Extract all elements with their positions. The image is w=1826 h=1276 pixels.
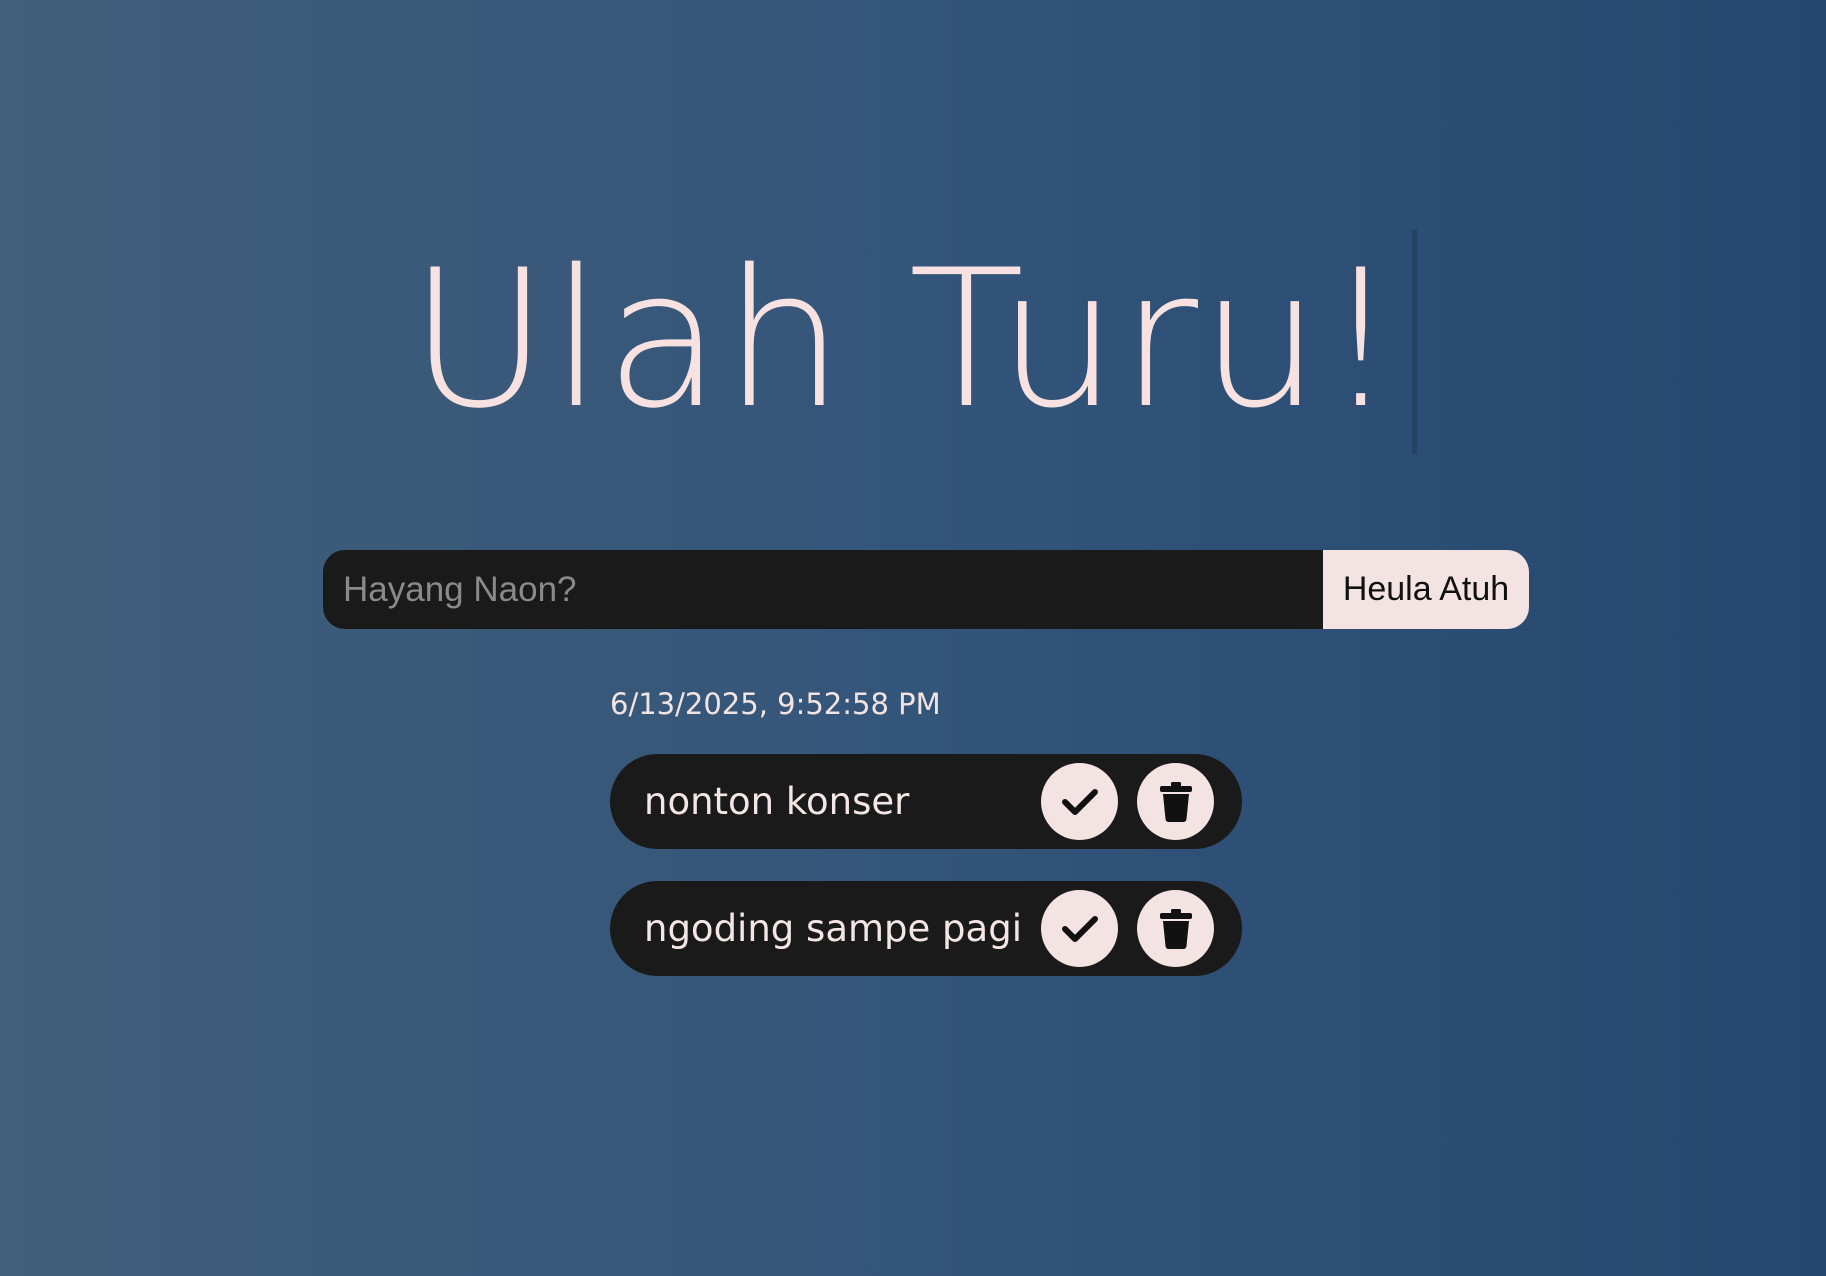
title-container: Ulah Turu! <box>0 229 1826 454</box>
text-cursor <box>1411 229 1417 454</box>
todo-form: Heula Atuh <box>323 550 1529 629</box>
delete-todo-button[interactable] <box>1137 763 1214 840</box>
trash-icon <box>1159 908 1192 949</box>
check-icon <box>1061 915 1098 942</box>
delete-todo-button[interactable] <box>1137 890 1214 967</box>
check-icon <box>1061 788 1098 815</box>
current-datetime: 6/13/2025, 9:52:58 PM <box>610 687 941 721</box>
page-title: Ulah Turu! <box>409 229 1417 454</box>
todo-list: nonton konser ngoding sampe pagi <box>610 754 1242 1008</box>
complete-todo-button[interactable] <box>1041 763 1118 840</box>
complete-todo-button[interactable] <box>1041 890 1118 967</box>
todo-item: ngoding sampe pagi <box>610 881 1242 976</box>
add-todo-button[interactable]: Heula Atuh <box>1323 550 1529 629</box>
todo-item: nonton konser <box>610 754 1242 849</box>
todo-text: nonton konser <box>644 780 910 823</box>
todo-text: ngoding sampe pagi <box>644 907 1022 950</box>
todo-input[interactable] <box>323 550 1323 629</box>
page-title-text: Ulah Turu! <box>409 229 1401 450</box>
trash-icon <box>1159 781 1192 822</box>
